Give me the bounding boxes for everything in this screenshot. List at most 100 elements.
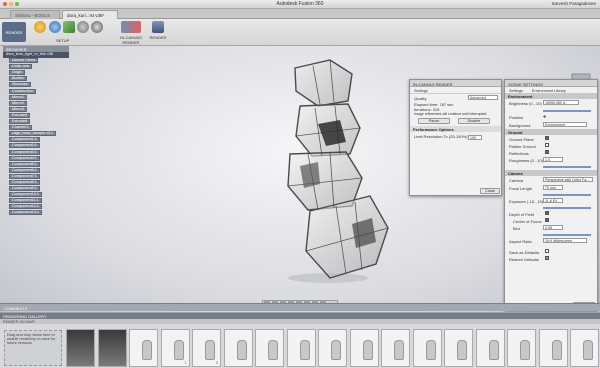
brightness-label: Brightness (0...10): [509, 100, 542, 106]
gallery-thumbnail[interactable]: 40: [66, 329, 95, 367]
tab-dora-kuri[interactable]: dora_kuri...ist v36*: [62, 10, 118, 19]
depth-of-field-checkbox[interactable]: [545, 211, 549, 215]
focal-length-slider[interactable]: [543, 194, 591, 196]
flatten-ground-checkbox[interactable]: [545, 143, 549, 147]
gallery-thumbnail[interactable]: [538, 329, 568, 367]
thumbnail-preview: [268, 340, 278, 360]
brightness-input[interactable]: 15955.960 lx: [543, 100, 579, 105]
gallery-thumbnail[interactable]: [381, 329, 410, 367]
thumbnail-count: 5: [216, 361, 218, 365]
gallery-thumbnail[interactable]: [129, 329, 158, 367]
gallery-thumbnail[interactable]: 1: [160, 329, 190, 367]
environment-library-tab[interactable]: Environment Library: [532, 89, 566, 93]
drag-drop-hint[interactable]: Drag and drop views here to enable rende…: [4, 330, 62, 366]
browser-item-label: Component4:1: [9, 155, 40, 161]
gallery-thumbnail[interactable]: [412, 329, 442, 367]
sun-icon: [34, 21, 46, 33]
decal-button[interactable]: [76, 21, 90, 44]
position-move-icon[interactable]: ✥: [543, 114, 546, 119]
environment-button[interactable]: [90, 21, 104, 44]
brightness-slider[interactable]: [543, 110, 591, 112]
gallery-thumbnail[interactable]: [286, 329, 316, 367]
gallery-thumbnail[interactable]: [255, 329, 284, 367]
gallery-thumbnail[interactable]: [349, 329, 379, 367]
browser-item-label: Component1:1: [9, 137, 40, 143]
thumbnail-preview: [520, 340, 530, 360]
camera-select[interactable]: Perspective with Ortho Fa...: [543, 177, 593, 182]
thumbnail-preview: [362, 340, 373, 360]
browser-item-label: Mirror3: [9, 106, 28, 112]
scene-settings-title: SCENE SETTINGS: [505, 80, 597, 87]
rendering-gallery: RENDERING GALLERY RENDER ON SAVE Drag an…: [0, 312, 600, 368]
roughness-slider[interactable]: [543, 166, 591, 168]
focal-length-input[interactable]: 70 mm: [543, 185, 563, 190]
render-label: RENDER: [149, 35, 167, 40]
blur-input[interactable]: 0.98: [543, 225, 563, 230]
in-canvas-render-button[interactable]: IN-CANVAS RENDER: [114, 21, 148, 45]
position-label: Position: [509, 114, 524, 120]
thumbnail-preview: [173, 340, 184, 360]
thumbnail-preview: [394, 340, 404, 360]
aspect-ratio-select[interactable]: 16:9 Widescreen: [543, 238, 587, 243]
scene-settings-tab[interactable]: Settings: [509, 89, 523, 93]
decal-icon: [77, 21, 89, 33]
background-select[interactable]: Environment: [543, 122, 587, 127]
thumbnail-count: 1: [184, 361, 187, 365]
browser-item-label: Origin: [9, 70, 26, 76]
center-of-focus-button[interactable]: [545, 218, 549, 222]
gallery-thumbnail[interactable]: [507, 329, 536, 367]
browser-item-label: Component13:1: [9, 210, 43, 216]
save-defaults-label: Save as Defaults: [509, 249, 540, 255]
save-defaults-button[interactable]: [545, 249, 549, 253]
gallery-thumbnail[interactable]: [223, 329, 253, 367]
render-button[interactable]: RENDER: [148, 21, 168, 44]
pause-button[interactable]: Pause: [418, 118, 450, 124]
browser-panel: BROWSER dora_kuro_type_m_thin v36 Named …: [3, 46, 69, 233]
thumbnail-preview: [205, 340, 215, 360]
reflections-checkbox[interactable]: [545, 150, 549, 154]
gallery-thumbnail[interactable]: 40: [97, 329, 127, 367]
ground-plane-checkbox[interactable]: [545, 136, 549, 140]
thumbnail-preview: [583, 340, 593, 360]
roughness-label: Roughness (0...10): [509, 157, 544, 163]
user-name[interactable]: Sarvesh Paragadesee: [551, 1, 596, 6]
limit-resolution-input[interactable]: 100: [468, 135, 482, 140]
focal-length-label: Focal Length: [509, 185, 533, 191]
setup-label[interactable]: SETUP: [56, 38, 69, 43]
gallery-thumbnail[interactable]: 5: [192, 329, 221, 367]
gallery-thumbnail[interactable]: [318, 329, 347, 367]
background-label: Background: [509, 122, 531, 128]
thumbnail-preview: [551, 340, 562, 360]
scene-settings-button[interactable]: [33, 21, 47, 44]
gallery-thumbnail[interactable]: [475, 329, 505, 367]
browser-item-label: cage_base_sample v3:1: [9, 131, 57, 137]
comments-bar[interactable]: COMMENTS: [0, 303, 600, 311]
browser-item-label: Mirror2: [9, 100, 28, 106]
limit-resolution-label: Limit Resolution To (25-100%): [414, 133, 468, 139]
gallery-thumbnail[interactable]: [444, 329, 473, 367]
thumbnail-preview: [299, 340, 310, 360]
browser-item-label: Component10:1: [9, 192, 43, 198]
workspace-switcher-button[interactable]: RENDER: [2, 22, 26, 42]
texture-icon: [63, 21, 75, 33]
tab-shiboru[interactable]: Shiboru - BOOLS v2: [10, 10, 60, 23]
blur-slider[interactable]: [543, 234, 591, 236]
thumbnail-count: 40: [88, 361, 92, 365]
ground-plane-label: Ground Plane: [509, 136, 534, 142]
exposure-label: Exposure (-15...15): [509, 198, 544, 204]
roughness-input[interactable]: 1.5: [543, 157, 563, 162]
disable-button[interactable]: Disable: [458, 118, 490, 124]
exposure-input[interactable]: 11.6 EV: [543, 198, 563, 203]
gallery-thumbnail[interactable]: [570, 329, 599, 367]
restore-defaults-label: Restore Defaults: [509, 256, 539, 262]
toolbar: RENDER SETUP IN-CANVAS RENDER RENDER: [0, 19, 600, 46]
browser-root-label: dora_kuro_type_m_thin v36: [6, 52, 54, 56]
exposure-slider[interactable]: [543, 207, 591, 209]
restore-defaults-button[interactable]: [545, 256, 549, 260]
in-canvas-close-button[interactable]: Close: [480, 188, 500, 194]
thumbnail-count: 40: [119, 361, 124, 365]
browser-item[interactable]: Component13:1: [3, 210, 69, 216]
browser-item-label: Sketches: [9, 82, 31, 88]
thumbnail-preview: [142, 340, 152, 360]
thumbnail-preview: [457, 340, 467, 360]
